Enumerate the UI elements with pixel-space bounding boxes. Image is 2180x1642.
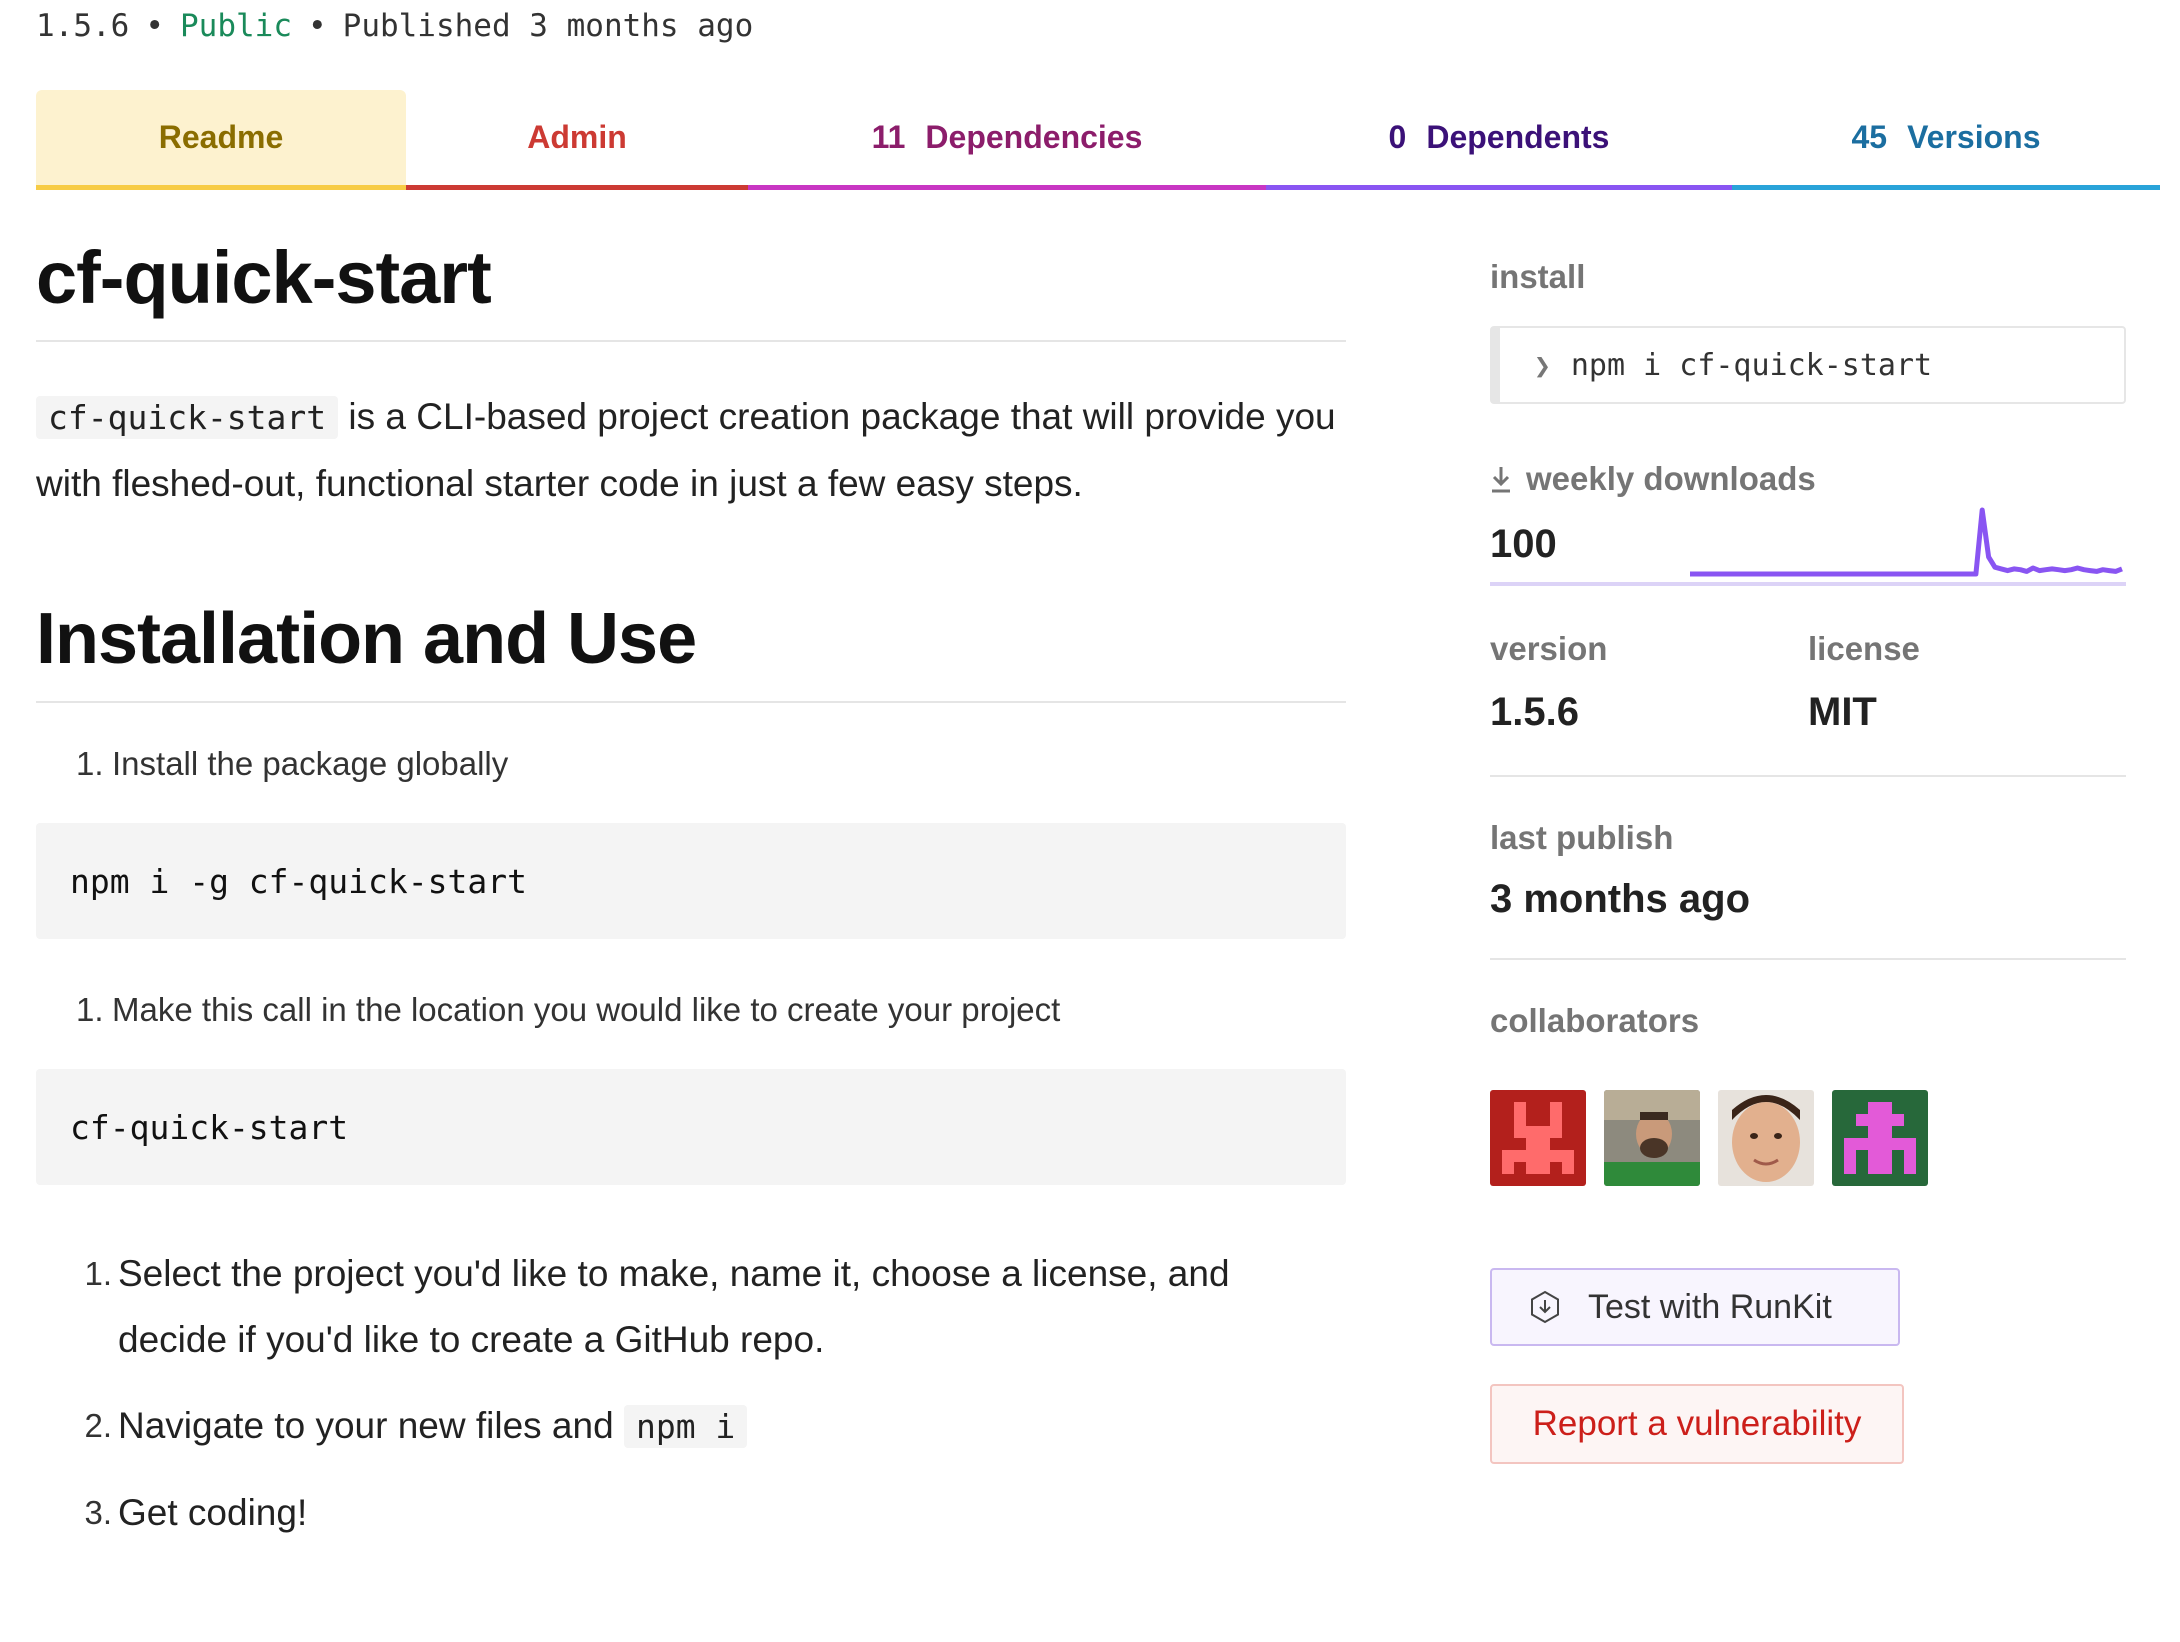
version-license-row: version 1.5.6 license MIT <box>1490 630 2126 735</box>
list-number: 1. <box>84 1255 112 1292</box>
license-value: MIT <box>1808 690 1877 734</box>
list-text: Get coding! <box>118 1492 308 1533</box>
intro-paragraph: cf-quick-start is a CLI-based project cr… <box>36 384 1346 517</box>
tab-count: 0 <box>1388 119 1407 155</box>
install-label: install <box>1490 258 1586 295</box>
runkit-label: Test with RunKit <box>1588 1287 1832 1326</box>
meta-version: 1.5.6 <box>36 8 130 44</box>
tab-label: Admin <box>527 119 627 155</box>
downloads-sparkline <box>1490 507 2126 586</box>
step-item: 1. Install the package globally <box>36 745 1346 783</box>
report-vulnerability-label: Report a vulnerability <box>1532 1404 1862 1443</box>
runkit-icon <box>1531 1290 1559 1324</box>
divider <box>1490 775 2126 777</box>
meta-visibility: Public <box>180 8 292 44</box>
tab-admin[interactable]: Admin <box>406 90 748 190</box>
step-item: 1. Make this call in the location you wou… <box>36 991 1346 1029</box>
package-tabs: Readme Admin 11 Dependencies 0 Dependents … <box>36 90 2160 190</box>
tab-versions[interactable]: 45 Versions <box>1732 90 2160 190</box>
package-sidebar: install ❯ npm i cf-quick-start weekly dow… <box>1490 230 2126 1464</box>
list-item: 2. Navigate to your new files and npm i <box>36 1393 1346 1460</box>
sparkline-series <box>1690 507 2123 577</box>
code-block: cf-quick-start <box>36 1069 1346 1185</box>
downloads-header: weekly downloads <box>1490 460 2126 498</box>
tab-readme[interactable]: Readme <box>36 90 406 190</box>
step-text: Install the package globally <box>112 745 509 782</box>
step-number: 1. <box>76 745 104 782</box>
package-meta: 1.5.6 • Public • Published 3 months ago <box>36 8 753 44</box>
tab-count: 11 <box>871 119 906 155</box>
code-block: npm i -g cf-quick-start <box>36 823 1346 939</box>
collaborators-list <box>1490 1090 2126 1186</box>
install-command: npm i cf-quick-start <box>1570 347 1933 383</box>
section-heading: Installation and Use <box>36 599 697 679</box>
avatar[interactable] <box>1490 1090 1586 1186</box>
list-item: 3. Get coding! <box>36 1480 1346 1546</box>
step-text: Make this call in the location you would… <box>112 991 1061 1028</box>
step-number: 1. <box>76 991 104 1028</box>
list-number: 3. <box>84 1494 112 1531</box>
meta-separator: • <box>145 8 164 44</box>
downloads-row: 100 <box>1490 506 2126 592</box>
version-label: version <box>1490 630 1608 667</box>
list-text-part: Navigate to your new files and <box>118 1405 624 1446</box>
license-label: license <box>1808 630 1920 667</box>
inline-code: npm i <box>623 1405 748 1448</box>
steps-list: 1. Select the project you'd like to make,… <box>36 1241 1346 1546</box>
last-publish-label: last publish <box>1490 819 1674 856</box>
tab-label: Dependents <box>1426 119 1610 155</box>
divider <box>1490 958 2126 960</box>
avatar[interactable] <box>1718 1090 1814 1186</box>
readme-content: cf-quick-start cf-quick-start is a CLI-b… <box>36 230 1346 1546</box>
tab-label: Versions <box>1907 119 2041 155</box>
install-command-box[interactable]: ❯ npm i cf-quick-start <box>1490 326 2126 404</box>
tab-dependencies[interactable]: 11 Dependencies <box>748 90 1266 190</box>
package-title: cf-quick-start <box>36 236 492 319</box>
avatar[interactable] <box>1604 1090 1700 1186</box>
download-icon <box>1492 467 1510 493</box>
version-block: version 1.5.6 <box>1490 630 1808 735</box>
divider <box>36 701 1346 703</box>
version-value: 1.5.6 <box>1490 690 1579 734</box>
meta-published: Published 3 months ago <box>342 8 754 44</box>
divider <box>36 340 1346 342</box>
prompt-icon: ❯ <box>1534 348 1551 382</box>
tab-dependents[interactable]: 0 Dependents <box>1266 90 1732 190</box>
tab-label: Dependencies <box>925 119 1143 155</box>
avatar[interactable] <box>1832 1090 1928 1186</box>
list-number: 2. <box>84 1407 112 1444</box>
inline-code: cf-quick-start <box>36 396 339 439</box>
tab-label: Readme <box>158 119 284 155</box>
license-block: license MIT <box>1808 630 1920 735</box>
runkit-button[interactable]: Test with RunKit <box>1490 1268 1900 1346</box>
list-text: Navigate to your new files and npm i <box>118 1393 748 1460</box>
last-publish-value: 3 months ago <box>1490 877 1751 921</box>
report-vulnerability-button[interactable]: Report a vulnerability <box>1490 1384 1904 1464</box>
list-text: Select the project you'd like to make, n… <box>118 1253 1230 1360</box>
list-item: 1. Select the project you'd like to make,… <box>36 1241 1346 1373</box>
collaborators-label: collaborators <box>1490 1002 1700 1039</box>
meta-separator: • <box>307 8 327 44</box>
tab-count: 45 <box>1851 119 1888 155</box>
downloads-label: weekly downloads <box>1526 460 1816 497</box>
